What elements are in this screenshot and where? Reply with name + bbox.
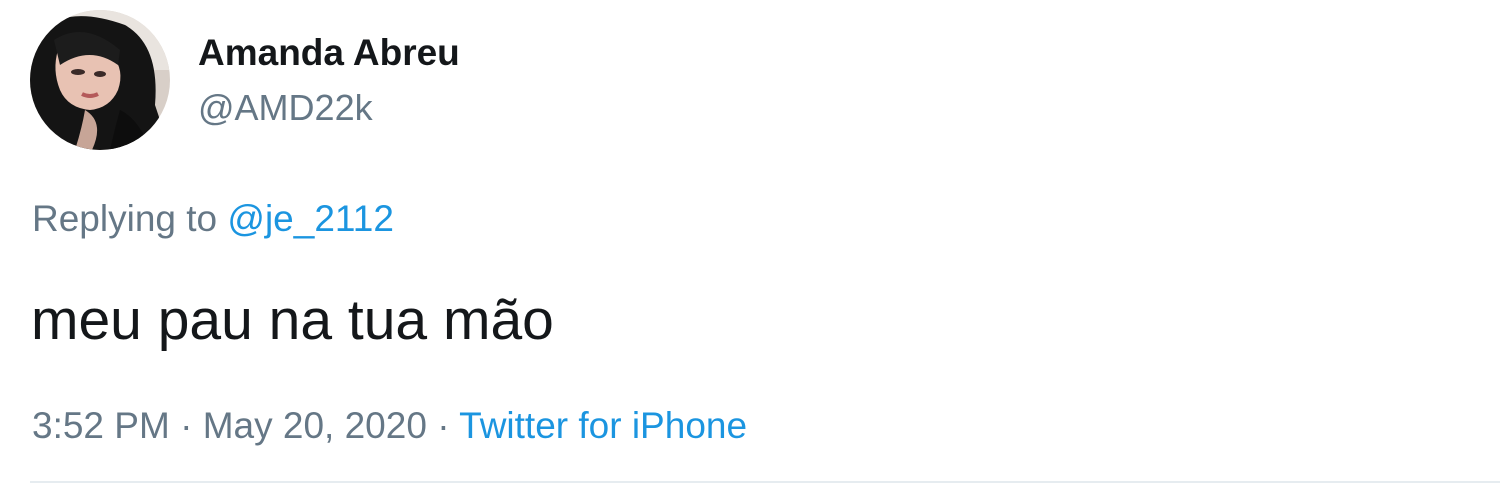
meta-separator: · [437, 405, 450, 446]
profile-photo-icon [30, 10, 170, 150]
tweet-time[interactable]: 3:52 PM [32, 405, 170, 446]
tweet-text: meu pau na tua mão [31, 288, 554, 352]
divider [30, 481, 1500, 483]
tweet-date[interactable]: May 20, 2020 [203, 405, 427, 446]
tweet-card: Amanda Abreu @AMD22k Replying to @je_211… [0, 0, 1500, 500]
avatar[interactable] [30, 10, 170, 150]
tweet-metadata: 3:52 PM · May 20, 2020 · Twitter for iPh… [32, 405, 747, 447]
meta-separator: · [180, 405, 193, 446]
reply-mention-link[interactable]: @je_2112 [227, 198, 394, 239]
display-name[interactable]: Amanda Abreu [198, 32, 460, 74]
replying-to: Replying to @je_2112 [32, 198, 394, 240]
replying-to-label: Replying to [32, 198, 218, 239]
tweet-source-link[interactable]: Twitter for iPhone [459, 405, 747, 446]
user-handle[interactable]: @AMD22k [198, 87, 373, 129]
